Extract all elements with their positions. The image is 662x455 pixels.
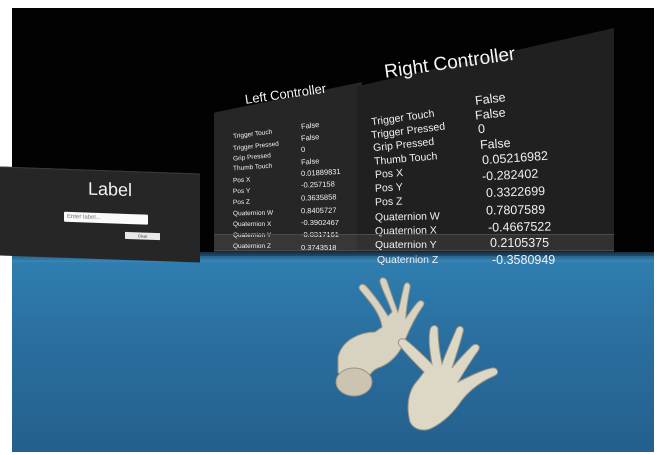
- right-pos-x-label: Pos X: [374, 167, 404, 181]
- left-hand-icon: [335, 277, 425, 397]
- right-pos-z-value: 0.3322699: [485, 183, 546, 201]
- selected-row-highlight: [214, 234, 614, 251]
- left-pos-z-value: 0.3635858: [300, 192, 337, 203]
- right-quaternion-z-value: -0.3580949: [492, 253, 556, 267]
- left-quaternion-x-value: -0.3902467: [301, 218, 339, 227]
- right-quaternion-z-label: Quaternion Z: [377, 254, 439, 266]
- left-quaternion-w-label: Quaternion W: [232, 209, 274, 218]
- left-thumb-touch-value: False: [300, 156, 320, 167]
- hands-model: [335, 277, 499, 431]
- right-pos-z-label: Pos Z: [374, 195, 403, 209]
- left-pos-x-label: Pos X: [232, 176, 251, 185]
- right-quaternion-w-value: 0.7807589: [485, 202, 546, 218]
- left-pos-z-label: Pos Z: [232, 198, 251, 207]
- left-pos-y-value: -0.257158: [300, 179, 335, 190]
- right-thumb-touch-value: False: [479, 135, 512, 153]
- right-pos-y-value: -0.282402: [481, 166, 539, 184]
- left-pos-y-label: Pos Y: [232, 187, 251, 196]
- left-quaternion-w-value: 0.8405727: [300, 205, 337, 216]
- right-quaternion-x-value: -0.4667522: [487, 219, 552, 235]
- label-panel: Label Clear: [0, 166, 200, 263]
- right-hand-icon: [397, 325, 499, 431]
- clear-button[interactable]: Clear: [125, 231, 160, 241]
- right-quaternion-w-label: Quaternion W: [374, 210, 440, 224]
- label-input[interactable]: [64, 211, 148, 225]
- left-trigger-pressed-value: False: [300, 132, 320, 143]
- left-quaternion-x-label: Quaternion X: [233, 221, 272, 228]
- right-grip-pressed-value: 0: [477, 121, 486, 137]
- label-panel-title: Label: [88, 178, 133, 201]
- right-pos-y-label: Pos Y: [374, 181, 404, 195]
- left-grip-pressed-value: 0: [300, 144, 306, 155]
